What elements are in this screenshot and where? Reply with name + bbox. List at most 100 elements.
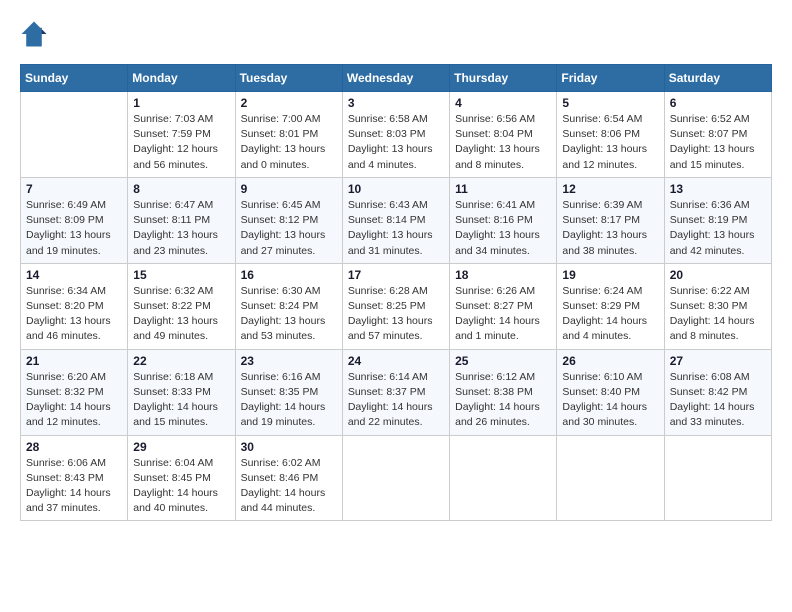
day-number: 21 [26, 354, 122, 368]
page-header [20, 20, 772, 48]
calendar-cell [21, 92, 128, 178]
calendar-cell: 29 Sunrise: 6:04 AM Sunset: 8:45 PM Dayli… [128, 435, 235, 521]
day-number: 19 [562, 268, 658, 282]
day-info: Sunrise: 6:12 AM Sunset: 8:38 PM Dayligh… [455, 370, 551, 431]
calendar-header-row: SundayMondayTuesdayWednesdayThursdayFrid… [21, 65, 772, 92]
day-info: Sunrise: 6:26 AM Sunset: 8:27 PM Dayligh… [455, 284, 551, 345]
calendar-cell [664, 435, 771, 521]
calendar-cell: 15 Sunrise: 6:32 AM Sunset: 8:22 PM Dayli… [128, 263, 235, 349]
day-number: 24 [348, 354, 444, 368]
day-info: Sunrise: 6:20 AM Sunset: 8:32 PM Dayligh… [26, 370, 122, 431]
day-number: 10 [348, 182, 444, 196]
day-info: Sunrise: 6:14 AM Sunset: 8:37 PM Dayligh… [348, 370, 444, 431]
day-number: 6 [670, 96, 766, 110]
calendar-week-row: 14Sunrise: 6:34 AM Sunset: 8:20 PM Dayli… [21, 263, 772, 349]
calendar-cell: 28 Sunrise: 6:06 AM Sunset: 8:43 PM Dayli… [21, 435, 128, 521]
calendar-cell: 9 Sunrise: 6:45 AM Sunset: 8:12 PM Daylig… [235, 177, 342, 263]
calendar-cell: 22 Sunrise: 6:18 AM Sunset: 8:33 PM Dayli… [128, 349, 235, 435]
day-info: Sunrise: 6:28 AM Sunset: 8:25 PM Dayligh… [348, 284, 444, 345]
day-info: Sunrise: 6:36 AM Sunset: 8:19 PM Dayligh… [670, 198, 766, 259]
day-info: Sunrise: 6:45 AM Sunset: 8:12 PM Dayligh… [241, 198, 337, 259]
day-number: 1 [133, 96, 229, 110]
calendar-cell: 13 Sunrise: 6:36 AM Sunset: 8:19 PM Dayli… [664, 177, 771, 263]
day-info: Sunrise: 6:49 AM Sunset: 8:09 PM Dayligh… [26, 198, 122, 259]
calendar-cell: 12 Sunrise: 6:39 AM Sunset: 8:17 PM Dayli… [557, 177, 664, 263]
calendar-week-row: 7 Sunrise: 6:49 AM Sunset: 8:09 PM Daylig… [21, 177, 772, 263]
day-number: 15 [133, 268, 229, 282]
calendar-cell: 30Sunrise: 6:02 AM Sunset: 8:46 PM Dayli… [235, 435, 342, 521]
day-info: Sunrise: 6:32 AM Sunset: 8:22 PM Dayligh… [133, 284, 229, 345]
calendar-cell: 8Sunrise: 6:47 AM Sunset: 8:11 PM Daylig… [128, 177, 235, 263]
day-info: Sunrise: 6:39 AM Sunset: 8:17 PM Dayligh… [562, 198, 658, 259]
day-number: 22 [133, 354, 229, 368]
day-number: 5 [562, 96, 658, 110]
calendar-cell: 10 Sunrise: 6:43 AM Sunset: 8:14 PM Dayli… [342, 177, 449, 263]
calendar-cell: 2 Sunrise: 7:00 AM Sunset: 8:01 PM Daylig… [235, 92, 342, 178]
weekday-header-thursday: Thursday [450, 65, 557, 92]
day-number: 29 [133, 440, 229, 454]
day-number: 11 [455, 182, 551, 196]
day-number: 27 [670, 354, 766, 368]
day-info: Sunrise: 6:10 AM Sunset: 8:40 PM Dayligh… [562, 370, 658, 431]
day-number: 17 [348, 268, 444, 282]
day-info: Sunrise: 6:22 AM Sunset: 8:30 PM Dayligh… [670, 284, 766, 345]
day-info: Sunrise: 6:43 AM Sunset: 8:14 PM Dayligh… [348, 198, 444, 259]
day-number: 4 [455, 96, 551, 110]
day-info: Sunrise: 6:41 AM Sunset: 8:16 PM Dayligh… [455, 198, 551, 259]
day-info: Sunrise: 6:47 AM Sunset: 8:11 PM Dayligh… [133, 198, 229, 259]
calendar-week-row: 21 Sunrise: 6:20 AM Sunset: 8:32 PM Dayli… [21, 349, 772, 435]
weekday-header-friday: Friday [557, 65, 664, 92]
day-number: 3 [348, 96, 444, 110]
calendar-week-row: 28 Sunrise: 6:06 AM Sunset: 8:43 PM Dayli… [21, 435, 772, 521]
calendar-cell: 17 Sunrise: 6:28 AM Sunset: 8:25 PM Dayli… [342, 263, 449, 349]
day-info: Sunrise: 6:58 AM Sunset: 8:03 PM Dayligh… [348, 112, 444, 173]
day-info: Sunrise: 7:00 AM Sunset: 8:01 PM Dayligh… [241, 112, 337, 173]
day-info: Sunrise: 6:04 AM Sunset: 8:45 PM Dayligh… [133, 456, 229, 517]
day-info: Sunrise: 6:18 AM Sunset: 8:33 PM Dayligh… [133, 370, 229, 431]
calendar-cell: 24 Sunrise: 6:14 AM Sunset: 8:37 PM Dayli… [342, 349, 449, 435]
day-number: 18 [455, 268, 551, 282]
calendar-table: SundayMondayTuesdayWednesdayThursdayFrid… [20, 64, 772, 521]
day-info: Sunrise: 6:08 AM Sunset: 8:42 PM Dayligh… [670, 370, 766, 431]
calendar-cell: 16 Sunrise: 6:30 AM Sunset: 8:24 PM Dayli… [235, 263, 342, 349]
calendar-cell: 23 Sunrise: 6:16 AM Sunset: 8:35 PM Dayli… [235, 349, 342, 435]
day-info: Sunrise: 6:06 AM Sunset: 8:43 PM Dayligh… [26, 456, 122, 517]
calendar-cell: 20 Sunrise: 6:22 AM Sunset: 8:30 PM Dayli… [664, 263, 771, 349]
weekday-header-tuesday: Tuesday [235, 65, 342, 92]
weekday-header-wednesday: Wednesday [342, 65, 449, 92]
calendar-cell: 3 Sunrise: 6:58 AM Sunset: 8:03 PM Daylig… [342, 92, 449, 178]
day-number: 23 [241, 354, 337, 368]
day-number: 26 [562, 354, 658, 368]
day-info: Sunrise: 6:16 AM Sunset: 8:35 PM Dayligh… [241, 370, 337, 431]
day-number: 7 [26, 182, 122, 196]
calendar-cell: 7 Sunrise: 6:49 AM Sunset: 8:09 PM Daylig… [21, 177, 128, 263]
day-number: 9 [241, 182, 337, 196]
day-info: Sunrise: 6:30 AM Sunset: 8:24 PM Dayligh… [241, 284, 337, 345]
day-number: 13 [670, 182, 766, 196]
calendar-cell [342, 435, 449, 521]
logo [20, 20, 52, 48]
calendar-cell: 4 Sunrise: 6:56 AM Sunset: 8:04 PM Daylig… [450, 92, 557, 178]
calendar-cell: 14Sunrise: 6:34 AM Sunset: 8:20 PM Dayli… [21, 263, 128, 349]
calendar-cell: 1 Sunrise: 7:03 AM Sunset: 7:59 PM Daylig… [128, 92, 235, 178]
calendar-cell [450, 435, 557, 521]
weekday-header-saturday: Saturday [664, 65, 771, 92]
day-info: Sunrise: 7:03 AM Sunset: 7:59 PM Dayligh… [133, 112, 229, 173]
calendar-cell: 18 Sunrise: 6:26 AM Sunset: 8:27 PM Dayli… [450, 263, 557, 349]
day-info: Sunrise: 6:56 AM Sunset: 8:04 PM Dayligh… [455, 112, 551, 173]
calendar-cell: 21 Sunrise: 6:20 AM Sunset: 8:32 PM Dayli… [21, 349, 128, 435]
day-number: 16 [241, 268, 337, 282]
day-number: 28 [26, 440, 122, 454]
day-number: 25 [455, 354, 551, 368]
day-info: Sunrise: 6:54 AM Sunset: 8:06 PM Dayligh… [562, 112, 658, 173]
day-number: 20 [670, 268, 766, 282]
day-number: 12 [562, 182, 658, 196]
day-info: Sunrise: 6:34 AM Sunset: 8:20 PM Dayligh… [26, 284, 122, 345]
logo-icon [20, 20, 48, 48]
day-number: 2 [241, 96, 337, 110]
weekday-header-sunday: Sunday [21, 65, 128, 92]
calendar-cell: 25 Sunrise: 6:12 AM Sunset: 8:38 PM Dayli… [450, 349, 557, 435]
calendar-cell: 11 Sunrise: 6:41 AM Sunset: 8:16 PM Dayli… [450, 177, 557, 263]
calendar-week-row: 1 Sunrise: 7:03 AM Sunset: 7:59 PM Daylig… [21, 92, 772, 178]
calendar-cell [557, 435, 664, 521]
